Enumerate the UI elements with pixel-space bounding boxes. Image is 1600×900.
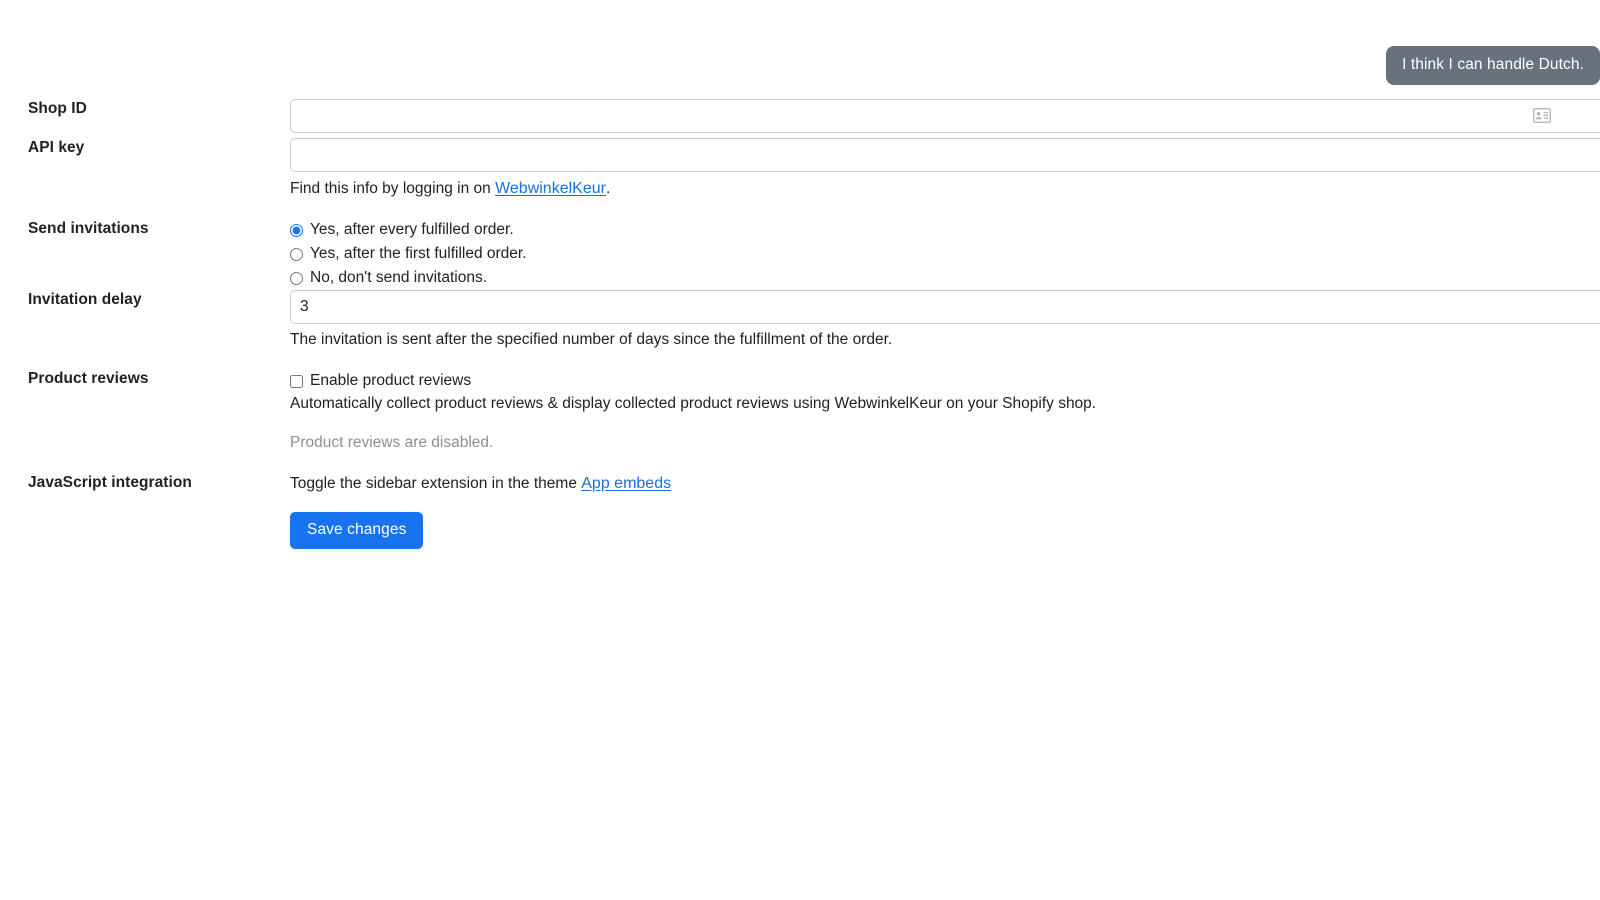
api-key-field-wrap xyxy=(290,138,1600,172)
webwinkelkeur-link[interactable]: WebwinkelKeur xyxy=(495,180,606,197)
enable-product-reviews-label[interactable]: Enable product reviews xyxy=(310,373,471,389)
shop-id-input[interactable] xyxy=(290,99,1600,133)
send-invitations-options: Yes, after every fulfilled order. Yes, a… xyxy=(290,218,527,290)
api-key-help-suffix: . xyxy=(605,180,611,197)
radio-option-every-order[interactable]: Yes, after every fulfilled order. xyxy=(290,218,527,242)
radio-no-invitations-input[interactable] xyxy=(290,271,303,285)
invitation-delay-label: Invitation delay xyxy=(28,291,142,308)
product-reviews-description: Automatically collect product reviews & … xyxy=(290,395,1097,412)
radio-option-no-invitations[interactable]: No, don't send invitations. xyxy=(290,266,527,290)
javascript-integration-prefix: Toggle the sidebar extension in the them… xyxy=(290,475,582,492)
radio-no-invitations-label[interactable]: No, don't send invitations. xyxy=(310,270,487,286)
radio-every-order-input[interactable] xyxy=(290,223,303,237)
contact-card-icon[interactable] xyxy=(1532,107,1552,124)
shop-id-input-wrap xyxy=(290,99,1600,133)
radio-every-order-label[interactable]: Yes, after every fulfilled order. xyxy=(310,222,514,238)
shop-id-field-wrap xyxy=(290,99,1600,133)
save-changes-button[interactable]: Save changes xyxy=(290,512,424,549)
enable-product-reviews-checkbox[interactable] xyxy=(290,374,303,388)
language-toast: I think I can handle Dutch. xyxy=(1386,46,1600,85)
invitation-delay-input[interactable] xyxy=(290,290,1600,324)
api-key-help: Find this info by logging in on Webwinke… xyxy=(290,179,610,198)
checkbox-enable-product-reviews[interactable]: Enable product reviews xyxy=(290,369,471,393)
product-reviews-controls: Enable product reviews xyxy=(290,369,471,393)
invitation-delay-field-wrap xyxy=(290,290,1600,324)
send-invitations-label: Send invitations xyxy=(28,220,149,237)
radio-first-order-input[interactable] xyxy=(290,247,303,261)
shop-id-label: Shop ID xyxy=(28,100,87,117)
save-button-wrap: Save changes xyxy=(290,512,424,549)
product-reviews-label: Product reviews xyxy=(28,370,149,387)
product-reviews-status: Product reviews are disabled. xyxy=(290,434,494,451)
toast-layer: I think I can handle Dutch. xyxy=(0,0,1600,95)
api-key-label: API key xyxy=(28,139,85,156)
javascript-integration-text: Toggle the sidebar extension in the them… xyxy=(290,474,671,493)
api-key-input[interactable] xyxy=(290,138,1600,172)
invitation-delay-help: The invitation is sent after the specifi… xyxy=(290,331,893,348)
radio-first-order-label[interactable]: Yes, after the first fulfilled order. xyxy=(310,246,527,262)
api-key-help-prefix: Find this info by logging in on xyxy=(290,180,496,197)
javascript-integration-label: JavaScript integration xyxy=(28,474,192,491)
radio-option-first-order[interactable]: Yes, after the first fulfilled order. xyxy=(290,242,527,266)
app-embeds-link[interactable]: App embeds xyxy=(581,475,671,492)
